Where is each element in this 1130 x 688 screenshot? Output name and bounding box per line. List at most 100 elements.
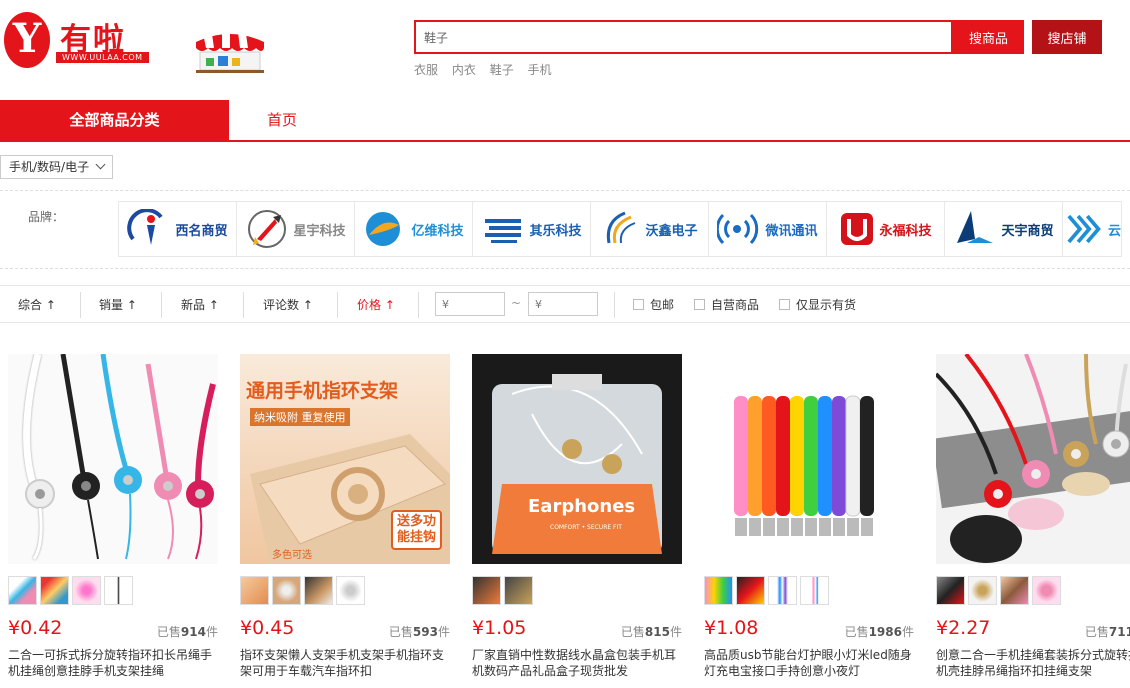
lanyard-image [23,354,216,560]
brand-name: 其乐科技 [529,223,582,239]
all-categories-tab[interactable]: 全部商品分类 [0,100,229,140]
in-stock-checkbox[interactable]: 仅显示有货 [779,296,856,313]
product-image[interactable]: 通用手机指环支架 纳米吸附 重复使用 送多功 能挂钩 多色可选 [240,354,450,564]
sort-comprehensive[interactable]: 综合 ↑ [18,296,56,313]
brand-name: 星宇科技 [293,223,346,239]
self-operated-checkbox[interactable]: 自营商品 [694,296,759,313]
thumbnail[interactable] [704,576,733,605]
product-price: ¥1.05 [472,617,527,639]
thumbnail[interactable] [336,576,365,605]
thumbnail[interactable] [304,576,333,605]
sort-price[interactable]: 价格 ↑ [357,296,395,313]
brand-list: 西名商贸 星宇科技 亿维科技 其乐科技 沃鑫电子 微讯通讯 永福科技 天宇商贸 … [118,201,1122,257]
product-card[interactable]: ¥1.08 已售1986件 高品质usb节能台灯护眼小灯米led随身灯充电宝接口… [704,354,914,679]
thumbnail[interactable] [768,576,797,605]
thumbnail[interactable] [800,576,829,605]
sort-reviews[interactable]: 评论数 ↑ [263,296,313,313]
thumbnail[interactable] [1032,576,1061,605]
product-price: ¥0.42 [8,617,63,639]
product-image[interactable] [704,354,914,564]
hot-search-words: 衣服 内衣 鞋子 手机 [414,61,562,78]
product-title[interactable]: 创意二合一手机挂绳套装拆分式旋转扣机壳挂脖吊绳指环扣挂绳支架 [936,647,1130,679]
promo-badge: 送多功 能挂钩 [390,510,442,550]
separator [243,292,244,318]
thumbnail[interactable] [472,576,501,605]
logo-url: WWW.UULAA.COM [56,52,149,63]
sold-count: 已售593件 [388,625,450,639]
divider [0,190,1130,191]
sold-count: 已售711件 [1084,625,1130,639]
sold-count: 已售815件 [620,625,682,639]
sort-new[interactable]: 新品 ↑ [181,296,219,313]
thumbnail[interactable] [272,576,301,605]
thumbnail[interactable] [504,576,533,605]
product-title[interactable]: 二合一可拆式拆分旋转指环扣长吊绳手机挂绳创意挂脖手机支架挂绳 [8,647,218,679]
brand-item[interactable]: 天宇商贸 [944,201,1063,257]
sort-sales[interactable]: 销量 ↑ [99,296,137,313]
brand-name: 沃鑫电子 [645,223,698,239]
site-logo[interactable]: Y 有啦 WWW.UULAA.COM [4,12,154,72]
thumbnail[interactable] [104,576,133,605]
thumbnail[interactable] [8,576,37,605]
brand-item[interactable]: 永福科技 [826,201,945,257]
brand-item[interactable]: 沃鑫电子 [590,201,709,257]
promo-badge-line: 能挂钩 [396,530,436,545]
product-card[interactable]: Earphones COMFORT • SECURE FIT ¥1.05 已售8… [472,354,682,679]
product-image[interactable] [936,354,1130,564]
product-image[interactable]: Earphones COMFORT • SECURE FIT [472,354,682,564]
brand-item[interactable]: 云 [1062,201,1122,257]
brand-item[interactable]: 亿维科技 [354,201,473,257]
thumbnail[interactable] [936,576,965,605]
checkbox-icon [779,299,790,310]
thumbnail[interactable] [736,576,765,605]
separator [80,292,81,318]
thumbnail-strip [704,576,914,605]
brand-logo-icon [1067,214,1101,244]
brand-name: 亿维科技 [411,223,464,239]
product-title[interactable]: 厂家直销中性数据线水晶盒包装手机耳机数码产品礼品盒子现货批发 [472,647,682,679]
sold-count: 已售1986件 [844,625,914,639]
hot-word[interactable]: 内衣 [452,63,476,77]
product-title[interactable]: 指环支架懒人支架手机支架手机指环支架可用于车载汽车指环扣 [240,647,450,679]
thumbnail[interactable] [240,576,269,605]
hot-word[interactable]: 鞋子 [490,63,514,77]
brand-item[interactable]: 微讯通讯 [708,201,827,257]
arrow-up-icon: ↑ [126,298,137,312]
checkbox-icon [633,299,644,310]
earphones-label: Earphones [528,496,636,517]
arrow-up-icon: ↑ [384,298,395,312]
product-image[interactable] [8,354,218,564]
hot-word[interactable]: 衣服 [414,63,438,77]
brand-item[interactable]: 其乐科技 [472,201,591,257]
product-card[interactable]: 通用手机指环支架 纳米吸附 重复使用 送多功 能挂钩 多色可选 ¥0.45 已售5… [240,354,450,679]
brand-label: 品牌： [28,210,65,224]
category-dropdown[interactable]: 手机/数码/电子 [0,155,113,179]
product-card[interactable]: ¥0.42 已售914件 二合一可拆式拆分旋转指环扣长吊绳手机挂绳创意挂脖手机支… [8,354,218,679]
brand-item[interactable]: 西名商贸 [118,201,237,257]
search-shop-button[interactable]: 搜店铺 [1032,20,1102,54]
product-card[interactable]: ¥2.27 已售711件 创意二合一手机挂绳套装拆分式旋转扣机壳挂脖吊绳指环扣挂… [936,354,1130,679]
search-goods-button[interactable]: 搜商品 [953,20,1024,54]
search-input[interactable] [416,22,951,52]
price-min-input[interactable] [435,292,505,316]
search-box [414,20,953,54]
home-tab[interactable]: 首页 [267,100,297,140]
product-banner-sub: 纳米吸附 重复使用 [250,408,350,426]
thumbnail[interactable] [968,576,997,605]
brand-logo-icon [366,212,401,246]
thumbnail[interactable] [72,576,101,605]
separator [161,292,162,318]
price-max-input[interactable] [528,292,598,316]
divider [0,268,1130,269]
free-shipping-checkbox[interactable]: 包邮 [633,296,674,313]
separator [614,292,615,318]
thumbnail[interactable] [40,576,69,605]
category-label: 手机/数码/电子 [9,160,90,174]
price-range-tilde: ~ [511,296,522,310]
separator [337,292,338,318]
brand-item[interactable]: 星宇科技 [236,201,355,257]
thumbnail[interactable] [1000,576,1029,605]
product-title[interactable]: 高品质usb节能台灯护眼小灯米led随身灯充电宝接口手持创意小夜灯 [704,647,914,679]
hot-word[interactable]: 手机 [528,63,552,77]
color-option-label: 多色可选 [272,550,312,561]
